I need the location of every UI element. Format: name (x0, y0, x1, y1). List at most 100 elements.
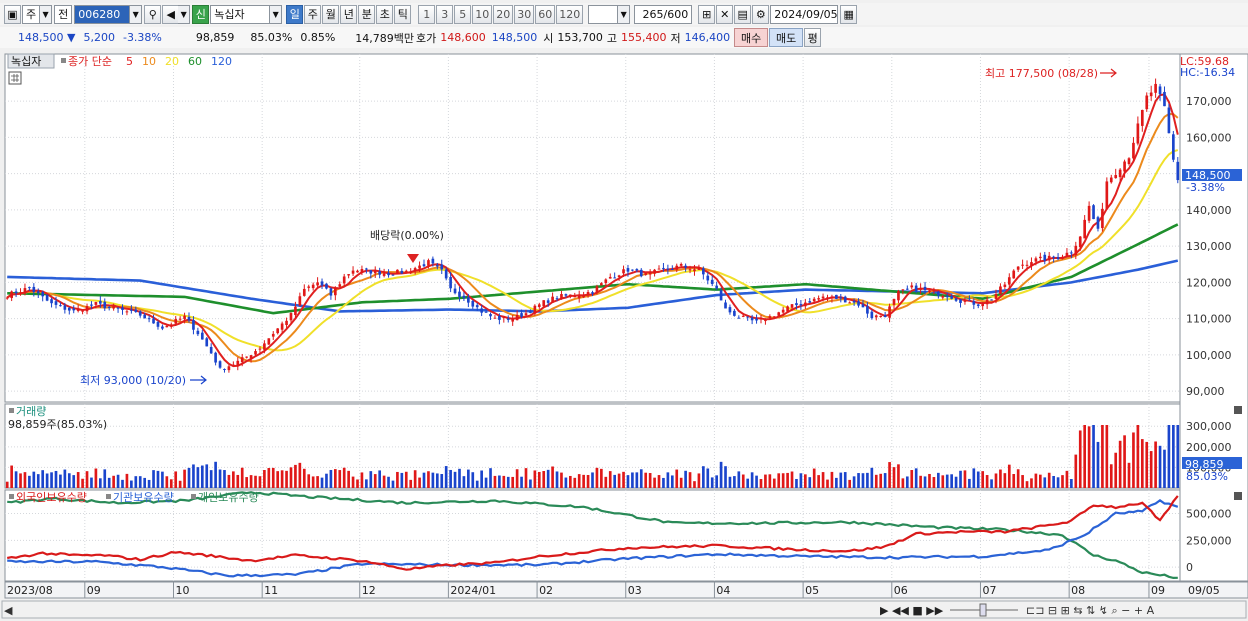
panel-close-icon[interactable] (1234, 406, 1242, 414)
volume-bar (369, 471, 373, 488)
period-tab[interactable]: 초 (376, 4, 394, 24)
y-tick-label: 130,000 (1186, 240, 1232, 253)
volume-bar (1052, 475, 1055, 488)
interval-custom-input[interactable] (588, 4, 619, 24)
sell-button[interactable]: 매도 (769, 28, 804, 47)
interval-button[interactable]: 120 (556, 4, 584, 24)
gear-icon[interactable]: ⚙ (752, 4, 770, 24)
interval-button[interactable]: 1 (418, 4, 436, 24)
candle-type-icon[interactable]: ⊞ (698, 4, 716, 24)
candle (320, 281, 324, 286)
candle (5, 297, 9, 299)
volume-bar (843, 472, 847, 488)
period-tab[interactable]: 틱 (394, 4, 412, 24)
stock-name-field[interactable]: 녹십자 (210, 4, 271, 24)
candle (498, 315, 501, 320)
volume-bar (236, 474, 240, 488)
candle (391, 274, 395, 276)
interval-button[interactable]: 30 (514, 4, 535, 24)
volume-bar (857, 473, 860, 488)
period-tab[interactable]: 일 (286, 4, 304, 24)
count-input[interactable]: 265/600 (634, 4, 693, 24)
candle (1039, 256, 1042, 259)
candle (467, 297, 470, 303)
volume-bar (227, 474, 231, 488)
calendar-icon[interactable]: ▦ (840, 4, 858, 24)
chevron-down-icon[interactable]: ▼ (618, 4, 631, 24)
speaker-icon[interactable]: ◀ (162, 4, 180, 24)
layout-icon[interactable]: ▣ (4, 4, 21, 24)
scroll-left-icon[interactable]: ◀ (4, 604, 13, 617)
candle (294, 306, 297, 315)
chevron-down-icon[interactable]: ▼ (270, 4, 283, 24)
period-tab[interactable]: 월 (322, 4, 340, 24)
candle (622, 269, 625, 274)
candle (404, 270, 408, 272)
volume-bar (1039, 474, 1042, 488)
volume-bar (5, 481, 9, 488)
candle (817, 298, 820, 300)
candle (471, 300, 475, 307)
avg-button[interactable]: 평 (804, 28, 822, 47)
candle (635, 269, 639, 271)
chevron-down-icon[interactable]: ▼ (40, 4, 53, 24)
chevron-down-icon[interactable]: ▼ (130, 4, 143, 24)
candle (462, 295, 466, 299)
zoom-tools-icon[interactable]: ⊏⊐ ⊟ ⊞ ⇆ ⇅ ↯ ⌕ − + A (1026, 604, 1155, 617)
candle (1087, 205, 1091, 221)
candle (555, 298, 559, 300)
volume-bar (945, 474, 949, 488)
period-select[interactable]: 전 (54, 4, 73, 24)
candle (781, 309, 785, 313)
volume-bar (471, 472, 475, 488)
candle (786, 306, 789, 312)
stock-code-input[interactable]: 006280 (74, 4, 131, 24)
volume-bar (391, 480, 395, 488)
volume-bar (116, 474, 120, 488)
volume-bar (954, 476, 958, 488)
candle (821, 296, 825, 299)
volume-bar (467, 469, 470, 488)
period-tab[interactable]: 년 (340, 4, 358, 24)
interval-button[interactable]: 10 (472, 4, 493, 24)
save-icon[interactable]: ▤ (734, 4, 752, 24)
search-icon[interactable]: ⚲ (144, 4, 162, 24)
volume-bar (67, 473, 71, 488)
candle (892, 298, 896, 305)
grid-icon[interactable] (8, 71, 22, 85)
interval-button[interactable]: 20 (493, 4, 514, 24)
chevron-down-icon[interactable]: ▼ (178, 4, 191, 24)
volume-bar (240, 467, 244, 488)
candle (382, 273, 386, 276)
panel-close-icon[interactable] (1234, 492, 1242, 500)
volume-bar (746, 478, 750, 488)
interval-button[interactable]: 3 (436, 4, 454, 24)
market-select[interactable]: 주 (22, 4, 41, 24)
volume-bar (533, 470, 537, 488)
volume-bar (772, 478, 776, 488)
candle (879, 315, 883, 317)
volume-bar (156, 470, 160, 488)
stock-chart[interactable]: 170,000160,000150,000140,000130,000120,0… (0, 50, 1248, 621)
x-tick-label: 08 (1071, 584, 1085, 597)
volume-bar (976, 471, 980, 488)
playback-controls-icon[interactable]: ▶ ◀◀ ■ ▶▶ (880, 604, 944, 617)
candle (329, 288, 333, 296)
volume-bar (427, 471, 430, 488)
candle (515, 314, 519, 321)
period-tab[interactable]: 분 (358, 4, 376, 24)
draw-tool-icon[interactable]: ✕ (716, 4, 734, 24)
candle (431, 258, 435, 264)
interval-button[interactable]: 5 (454, 4, 472, 24)
candle (245, 356, 248, 358)
candle (662, 267, 665, 269)
volume-bar (768, 474, 772, 488)
zoom-slider-handle[interactable] (979, 603, 987, 617)
interval-button[interactable]: 60 (535, 4, 556, 24)
period-tab[interactable]: 주 (304, 4, 322, 24)
date-input[interactable]: 2024/09/05 (770, 4, 839, 24)
candle (1016, 266, 1020, 270)
volume-bar (790, 471, 794, 488)
candle (125, 311, 129, 313)
buy-button[interactable]: 매수 (734, 28, 769, 47)
